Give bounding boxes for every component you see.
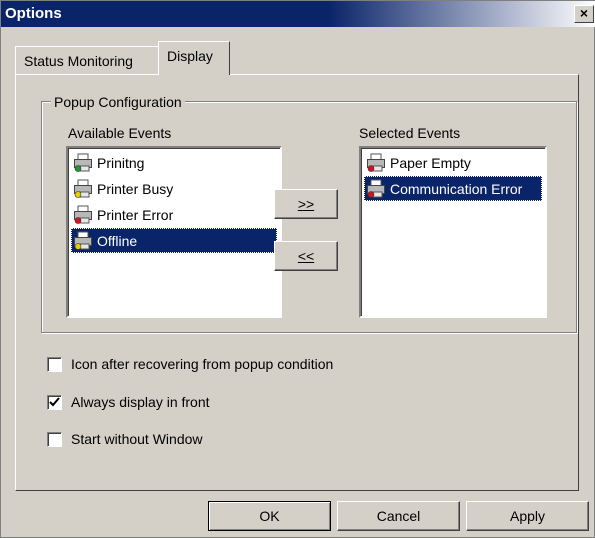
- printer-red-icon: [366, 153, 386, 173]
- event-item[interactable]: Offline: [71, 228, 277, 253]
- add-event-button[interactable]: >>: [274, 189, 338, 219]
- printer-red-icon: [366, 179, 386, 199]
- printer-green-icon: [73, 153, 93, 173]
- tab-display[interactable]: Display: [158, 41, 230, 75]
- option-row[interactable]: Start without Window: [47, 431, 203, 447]
- option-row[interactable]: Always display in front: [47, 394, 210, 410]
- popup-configuration-label: Popup Configuration: [51, 94, 185, 110]
- event-item[interactable]: Paper Empty: [364, 150, 542, 175]
- icon-after-recovering-checkbox[interactable]: [47, 356, 62, 372]
- cancel-button[interactable]: Cancel: [337, 501, 460, 531]
- available-events-list[interactable]: Prinitng Printer Busy Printer Error Offline: [66, 146, 282, 318]
- event-label: Communication Error: [390, 180, 523, 197]
- event-label: Offline: [97, 232, 138, 249]
- always-display-in-front-label: Always display in front: [71, 394, 210, 410]
- selected-events-label: Selected Events: [359, 125, 461, 141]
- event-item[interactable]: Communication Error: [364, 176, 542, 201]
- start-without-window-checkbox[interactable]: [47, 431, 62, 447]
- always-display-in-front-checkbox[interactable]: [47, 394, 62, 410]
- apply-button[interactable]: Apply: [466, 501, 589, 531]
- option-row[interactable]: Icon after recovering from popup conditi…: [47, 356, 333, 372]
- available-events-label: Available Events: [68, 125, 172, 141]
- event-label: Paper Empty: [390, 154, 471, 171]
- event-label: Printer Error: [97, 206, 174, 223]
- close-button[interactable]: ×: [574, 5, 594, 23]
- event-item[interactable]: Printer Busy: [71, 176, 277, 201]
- event-label: Prinitng: [97, 154, 145, 171]
- printer-offline-icon: [73, 231, 93, 251]
- tab-status-monitoring[interactable]: Status Monitoring: [15, 46, 159, 74]
- printer-yellow-icon: [73, 179, 93, 199]
- printer-red-icon: [73, 205, 93, 225]
- checkmark-icon: [49, 396, 60, 406]
- ok-button[interactable]: OK: [208, 501, 331, 531]
- start-without-window-label: Start without Window: [71, 431, 203, 447]
- event-item[interactable]: Prinitng: [71, 150, 277, 175]
- options-dialog: Options × Status Monitoring Display Popu…: [0, 0, 595, 538]
- remove-event-button[interactable]: <<: [274, 241, 338, 271]
- window-title: Options: [5, 5, 62, 22]
- selected-events-list[interactable]: Paper Empty Communication Error: [359, 146, 547, 318]
- icon-after-recovering-label: Icon after recovering from popup conditi…: [71, 356, 334, 372]
- title-bar[interactable]: Options ×: [1, 1, 595, 27]
- event-label: Printer Busy: [97, 180, 174, 197]
- event-item[interactable]: Printer Error: [71, 202, 277, 227]
